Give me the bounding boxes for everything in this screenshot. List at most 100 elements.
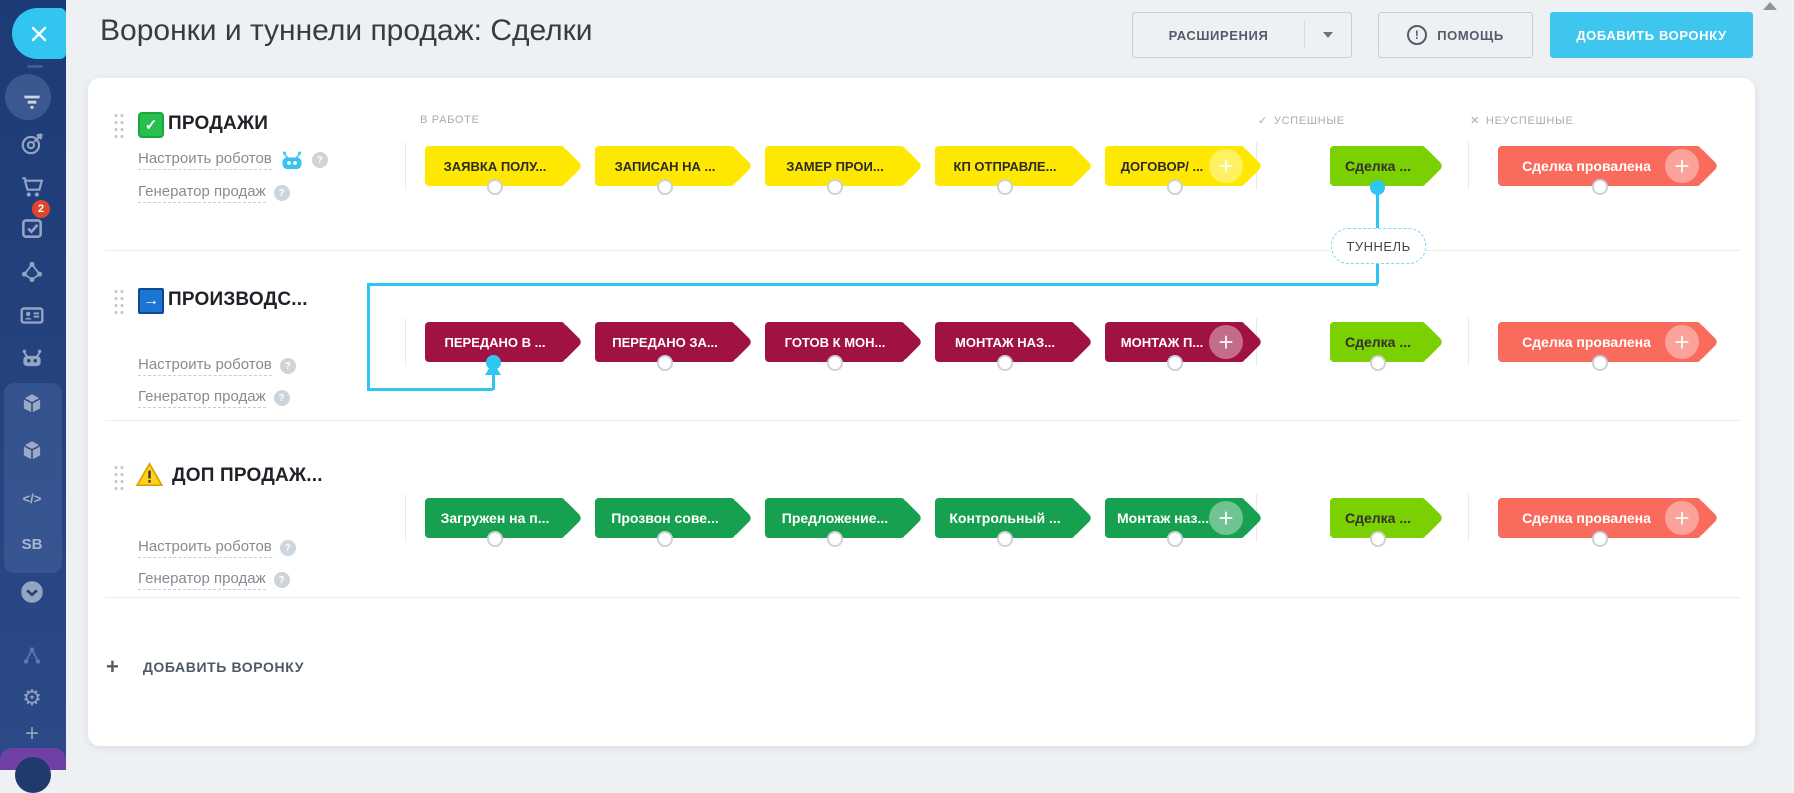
gear-icon: ⚙ — [22, 685, 42, 710]
configure-robots-link[interactable]: Настроить роботов ? — [138, 538, 296, 558]
stage-connection-point[interactable] — [1370, 355, 1386, 371]
stage-chevron[interactable]: ЗАМЕР ПРОИ... — [765, 146, 923, 195]
add-stage-button[interactable]: + — [1665, 501, 1699, 535]
stage-connection-point[interactable] — [1167, 355, 1183, 371]
add-stage-button[interactable]: + — [1665, 325, 1699, 359]
tunnel-pill[interactable]: ТУННЕЛЬ — [1331, 228, 1426, 264]
stage-chevron[interactable]: ЗАПИСАН НА ... — [595, 146, 753, 195]
stage-chevron[interactable]: Предложение... — [765, 498, 923, 547]
stage-connection-point[interactable] — [1591, 179, 1608, 195]
stage-chevron[interactable]: ЗАЯВКА ПОЛУ... — [425, 146, 583, 195]
configure-robots-link[interactable]: Настроить роботов ? — [138, 150, 328, 170]
fail-stage-chevron[interactable]: Сделка провалена + — [1498, 322, 1719, 371]
extensions-button[interactable]: РАСШИРЕНИЯ — [1132, 12, 1352, 58]
configure-robots-link[interactable]: Настроить роботов ? — [138, 356, 296, 376]
sales-generator-link[interactable]: Генератор продаж ? — [138, 388, 290, 408]
arrow-right-icon: → — [143, 292, 159, 309]
tunnel-target-point[interactable] — [486, 355, 501, 370]
add-stage-button[interactable]: + — [1209, 501, 1243, 535]
close-menu-button[interactable] — [12, 8, 66, 59]
funnel-title[interactable]: ПРОДАЖИ — [168, 112, 268, 136]
stage-chevron[interactable]: Контрольный ... — [935, 498, 1093, 547]
stage-connection-point[interactable] — [487, 531, 503, 547]
stage-chevron[interactable]: МОНТАЖ НАЗ... — [935, 322, 1093, 371]
stage-connection-point[interactable] — [657, 179, 673, 195]
sidebar-item-code[interactable]: </> — [16, 482, 48, 514]
stage-connection-point[interactable] — [1591, 355, 1608, 371]
cube-icon — [23, 394, 41, 413]
stage-connection-point[interactable] — [1167, 179, 1183, 195]
share-icon — [23, 647, 41, 664]
funnel-drag-handle[interactable] — [113, 288, 125, 314]
add-funnel-button[interactable]: ДОБАВИТЬ ВОРОНКУ — [1550, 12, 1753, 58]
success-stage-chevron[interactable]: Сделка ... — [1330, 498, 1444, 547]
column-separator — [405, 142, 406, 190]
check-icon: ✓ — [1258, 115, 1268, 127]
stage-connection-point[interactable] — [657, 355, 673, 371]
row-divider — [105, 597, 1740, 598]
sales-generator-link[interactable]: Генератор продаж ? — [138, 183, 290, 203]
help-button[interactable]: ! ПОМОЩЬ — [1378, 12, 1533, 58]
stage-connection-point[interactable] — [827, 179, 843, 195]
stage-connection-point[interactable] — [1591, 531, 1608, 547]
stage-chevron[interactable]: ПЕРЕДАНО ЗА... — [595, 322, 753, 371]
scrollbar-up-arrow[interactable] — [1763, 2, 1777, 10]
sidebar-item-module-2[interactable] — [16, 435, 48, 467]
stage-connection-point[interactable] — [657, 531, 673, 547]
sales-generator-label: Генератор продаж — [138, 570, 266, 590]
success-stage-chevron[interactable]: Сделка ... — [1330, 322, 1444, 371]
stage-connection-point[interactable] — [1167, 531, 1183, 547]
fail-stage-chevron[interactable]: Сделка провалена + — [1498, 146, 1719, 195]
help-question-icon[interactable]: ? — [311, 152, 328, 168]
stage-chevron[interactable]: ДОГОВОР/ ... + — [1105, 146, 1263, 195]
funnel-drag-handle[interactable] — [113, 112, 125, 138]
add-stage-button[interactable]: + — [1665, 149, 1699, 183]
stage-connection-point[interactable] — [827, 531, 843, 547]
help-question-icon[interactable]: ? — [273, 572, 290, 588]
stage-connection-point[interactable] — [487, 179, 503, 195]
extensions-dropdown-toggle[interactable] — [1305, 32, 1351, 38]
sidebar-item-module-1[interactable] — [16, 388, 48, 420]
help-question-icon[interactable]: ? — [279, 358, 296, 374]
tunnel-source-point[interactable] — [1370, 180, 1385, 195]
sidebar-item-robots[interactable] — [16, 342, 48, 374]
stage-chevron[interactable]: Загружен на п... — [425, 498, 583, 547]
sales-generator-link[interactable]: Генератор продаж ? — [138, 570, 290, 590]
add-funnel-link[interactable]: + ДОБАВИТЬ ВОРОНКУ — [106, 656, 304, 678]
stage-chevron[interactable]: Монтаж наз... + — [1105, 498, 1263, 547]
sidebar-item-settings[interactable]: ⚙ — [16, 682, 48, 714]
funnel-title[interactable]: ПРОИЗВОДС... — [168, 288, 308, 312]
help-question-icon[interactable]: ? — [279, 540, 296, 556]
add-stage-button[interactable]: + — [1209, 149, 1243, 183]
stage-chevron[interactable]: МОНТАЖ П... + — [1105, 322, 1263, 371]
stage-connection-point[interactable] — [827, 355, 843, 371]
chevron-down-icon — [1323, 32, 1333, 38]
sidebar-item-sb[interactable]: SB — [16, 528, 48, 560]
sales-generator-label: Генератор продаж — [138, 183, 266, 203]
fail-stage-chevron[interactable]: Сделка провалена + — [1498, 498, 1719, 547]
sidebar-item-funnel[interactable] — [16, 85, 48, 117]
stage-chevron[interactable]: КП ОТПРАВЛЕ... — [935, 146, 1093, 195]
sidebar-item-network[interactable] — [16, 256, 48, 288]
sidebar-item-add[interactable]: + — [16, 718, 48, 750]
stage-connection-point[interactable] — [997, 355, 1013, 371]
column-separator — [1468, 494, 1469, 542]
help-question-icon[interactable]: ? — [273, 390, 290, 406]
funnel-drag-handle[interactable] — [113, 464, 125, 490]
tunnel-line-horizontal — [367, 283, 1378, 286]
funnel-title[interactable]: ДОП ПРОДАЖ... — [172, 464, 323, 488]
sidebar-item-contacts[interactable] — [16, 299, 48, 331]
plus-icon: + — [106, 654, 119, 679]
help-question-icon[interactable]: ? — [273, 185, 290, 201]
sidebar-item-crm[interactable] — [16, 128, 48, 160]
sidebar-item-expand[interactable] — [16, 576, 48, 608]
funnel-status-icon: ✓ — [138, 112, 164, 138]
stage-connection-point[interactable] — [997, 531, 1013, 547]
sidebar-item-shop[interactable] — [16, 171, 48, 203]
stage-connection-point[interactable] — [997, 179, 1013, 195]
stage-connection-point[interactable] — [1370, 531, 1386, 547]
stage-chevron[interactable]: Прозвон сове... — [595, 498, 753, 547]
stage-chevron[interactable]: ГОТОВ К МОН... — [765, 322, 923, 371]
sidebar-item-structure[interactable] — [16, 640, 48, 672]
add-stage-button[interactable]: + — [1209, 325, 1243, 359]
